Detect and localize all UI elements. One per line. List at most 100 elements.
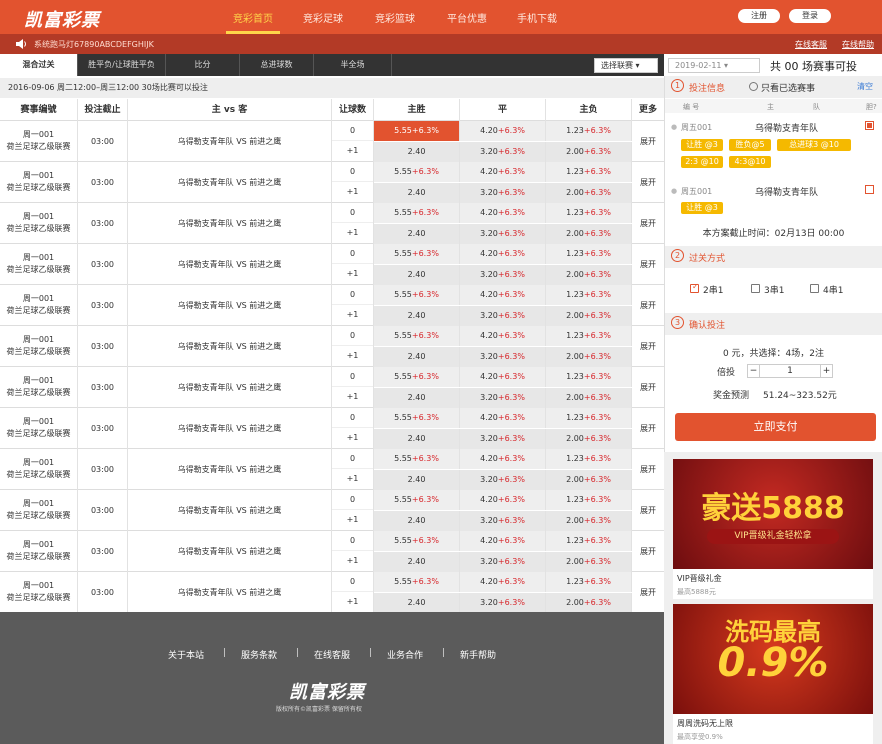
promo-card-rebate[interactable]: 洗码最高 0.9% 周周洗码无上限 最高享受0.9%	[673, 604, 873, 744]
odds-handicap-lose[interactable]: 2.00+6.3%	[546, 388, 632, 408]
expand-link[interactable]: 展开	[632, 244, 664, 285]
footer-about-link[interactable]: 关于本站	[168, 648, 204, 661]
pass-2x1-checkbox[interactable]: ✓	[690, 282, 699, 293]
odds-handicap-win[interactable]: 2.40	[374, 429, 460, 449]
odds-home-win[interactable]: 5.55+6.3%	[374, 121, 460, 141]
odds-handicap-win[interactable]: 2.40	[374, 347, 460, 367]
date-select[interactable]: 2019-02-11 ▾	[668, 58, 760, 73]
multiplier-input[interactable]: 1	[760, 365, 820, 377]
odds-home-lose[interactable]: 1.23+6.3%	[546, 326, 632, 346]
odds-handicap-win[interactable]: 2.40	[374, 265, 460, 285]
nav-promotions[interactable]: 平台优惠	[440, 10, 494, 25]
odds-home-lose[interactable]: 1.23+6.3%	[546, 572, 632, 592]
odds-home-lose[interactable]: 1.23+6.3%	[546, 285, 632, 305]
odds-home-lose[interactable]: 1.23+6.3%	[546, 203, 632, 223]
odds-handicap-lose[interactable]: 2.00+6.3%	[546, 429, 632, 449]
odds-draw[interactable]: 4.20+6.3%	[460, 572, 546, 592]
expand-link[interactable]: 展开	[632, 531, 664, 572]
odds-home-win[interactable]: 5.55+6.3%	[374, 572, 460, 592]
odds-home-lose[interactable]: 1.23+6.3%	[546, 121, 632, 141]
multiplier-minus-button[interactable]: −	[748, 365, 760, 377]
odds-handicap-draw[interactable]: 3.20+6.3%	[460, 224, 546, 244]
nav-football[interactable]: 竞彩足球	[296, 10, 350, 25]
odds-draw[interactable]: 4.20+6.3%	[460, 449, 546, 469]
odds-home-lose[interactable]: 1.23+6.3%	[546, 490, 632, 510]
odds-home-lose[interactable]: 1.23+6.3%	[546, 367, 632, 387]
odds-home-lose[interactable]: 1.23+6.3%	[546, 408, 632, 428]
multiplier-plus-button[interactable]: +	[820, 365, 832, 377]
pass-3x1-checkbox[interactable]	[751, 284, 760, 293]
bet-chip[interactable]: 让胜 @3	[681, 139, 723, 151]
online-help-link[interactable]: 在线帮助	[842, 39, 874, 50]
odds-home-win[interactable]: 5.55+6.3%	[374, 367, 460, 387]
footer-service-link[interactable]: 在线客服	[314, 648, 350, 661]
login-button[interactable]: 登录	[789, 9, 831, 23]
odds-handicap-win[interactable]: 2.40	[374, 388, 460, 408]
banker-checkbox[interactable]	[865, 121, 874, 130]
expand-link[interactable]: 展开	[632, 572, 664, 613]
site-logo[interactable]: 凯富彩票	[24, 6, 100, 32]
odds-handicap-win[interactable]: 2.40	[374, 306, 460, 326]
odds-handicap-lose[interactable]: 2.00+6.3%	[546, 183, 632, 203]
tab-total-goals[interactable]: 总进球数	[240, 54, 314, 76]
bet-chip[interactable]: 胜负@5	[729, 139, 771, 151]
odds-handicap-draw[interactable]: 3.20+6.3%	[460, 265, 546, 285]
odds-handicap-lose[interactable]: 2.00+6.3%	[546, 224, 632, 244]
odds-home-win[interactable]: 5.55+6.3%	[374, 244, 460, 264]
odds-handicap-lose[interactable]: 2.00+6.3%	[546, 306, 632, 326]
odds-draw[interactable]: 4.20+6.3%	[460, 244, 546, 264]
odds-handicap-draw[interactable]: 3.20+6.3%	[460, 511, 546, 531]
remove-icon[interactable]: ●	[671, 123, 677, 131]
footer-help-link[interactable]: 新手帮助	[460, 648, 496, 661]
odds-handicap-lose[interactable]: 2.00+6.3%	[546, 552, 632, 572]
odds-handicap-draw[interactable]: 3.20+6.3%	[460, 306, 546, 326]
odds-handicap-draw[interactable]: 3.20+6.3%	[460, 183, 546, 203]
expand-link[interactable]: 展开	[632, 285, 664, 326]
expand-link[interactable]: 展开	[632, 326, 664, 367]
nav-basketball[interactable]: 竞彩篮球	[368, 10, 422, 25]
expand-link[interactable]: 展开	[632, 367, 664, 408]
odds-draw[interactable]: 4.20+6.3%	[460, 408, 546, 428]
expand-link[interactable]: 展开	[632, 121, 664, 162]
odds-handicap-win[interactable]: 2.40	[374, 511, 460, 531]
odds-handicap-win[interactable]: 2.40	[374, 142, 460, 162]
odds-handicap-lose[interactable]: 2.00+6.3%	[546, 265, 632, 285]
expand-link[interactable]: 展开	[632, 162, 664, 203]
odds-home-win[interactable]: 5.55+6.3%	[374, 408, 460, 428]
odds-draw[interactable]: 4.20+6.3%	[460, 490, 546, 510]
nav-home[interactable]: 竞彩首页	[226, 10, 280, 25]
pay-now-button[interactable]: 立即支付	[675, 413, 876, 441]
expand-link[interactable]: 展开	[632, 449, 664, 490]
odds-home-win[interactable]: 5.55+6.3%	[374, 203, 460, 223]
bet-chip[interactable]: 2:3 @10	[681, 156, 723, 168]
odds-handicap-lose[interactable]: 2.00+6.3%	[546, 511, 632, 531]
odds-home-win[interactable]: 5.55+6.3%	[374, 326, 460, 346]
pass-4x1-checkbox[interactable]	[810, 284, 819, 293]
odds-draw[interactable]: 4.20+6.3%	[460, 531, 546, 551]
bet-chip[interactable]: 让胜 @3	[681, 202, 723, 214]
odds-home-win[interactable]: 5.55+6.3%	[374, 162, 460, 182]
nav-mobile-download[interactable]: 手机下载	[510, 10, 564, 25]
odds-handicap-draw[interactable]: 3.20+6.3%	[460, 552, 546, 572]
expand-link[interactable]: 展开	[632, 203, 664, 244]
odds-home-lose[interactable]: 1.23+6.3%	[546, 244, 632, 264]
odds-home-lose[interactable]: 1.23+6.3%	[546, 449, 632, 469]
odds-home-lose[interactable]: 1.23+6.3%	[546, 162, 632, 182]
expand-link[interactable]: 展开	[632, 408, 664, 449]
odds-handicap-win[interactable]: 2.40	[374, 183, 460, 203]
bet-chip[interactable]: 总进球3 @10	[777, 139, 851, 151]
odds-handicap-draw[interactable]: 3.20+6.3%	[460, 142, 546, 162]
remove-icon[interactable]: ●	[671, 187, 677, 195]
tab-half-full[interactable]: 半全场	[314, 54, 392, 76]
league-select[interactable]: 选择联赛 ▾	[594, 58, 658, 73]
only-selected-radio[interactable]	[749, 82, 758, 91]
odds-handicap-lose[interactable]: 2.00+6.3%	[546, 142, 632, 162]
odds-handicap-draw[interactable]: 3.20+6.3%	[460, 388, 546, 408]
banker-checkbox[interactable]	[865, 185, 874, 194]
odds-draw[interactable]: 4.20+6.3%	[460, 162, 546, 182]
odds-handicap-win[interactable]: 2.40	[374, 224, 460, 244]
odds-home-win[interactable]: 5.55+6.3%	[374, 285, 460, 305]
odds-draw[interactable]: 4.20+6.3%	[460, 285, 546, 305]
odds-handicap-lose[interactable]: 2.00+6.3%	[546, 347, 632, 367]
odds-home-win[interactable]: 5.55+6.3%	[374, 490, 460, 510]
